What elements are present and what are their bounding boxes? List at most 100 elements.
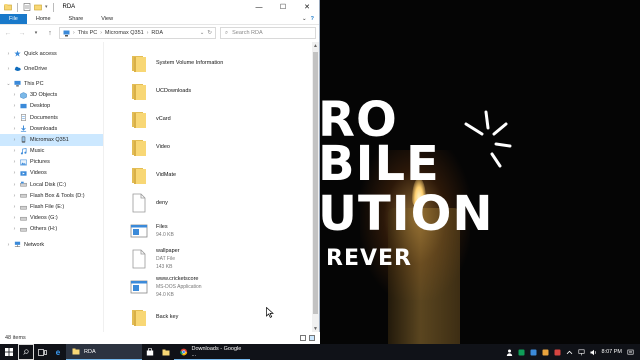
person-icon[interactable] <box>506 349 513 356</box>
file-list-item[interactable]: vCard <box>130 106 171 132</box>
nav-item-flash-box-tools-d[interactable]: › Flash Box & Tools (D:) <box>0 190 103 201</box>
maximize-button[interactable]: ☐ <box>271 0 295 14</box>
refresh-icon[interactable]: ↻ <box>207 30 212 36</box>
nav-item-pictures[interactable]: › Pictures <box>0 157 103 168</box>
expand-arrow-icon[interactable]: › <box>6 51 11 57</box>
minimize-button[interactable]: — <box>247 0 271 14</box>
system-tray: 8:07 PM <box>506 344 640 360</box>
tab-share[interactable]: Share <box>60 14 93 24</box>
recent-locations-icon[interactable]: ▾ <box>31 27 41 39</box>
file-list-item[interactable]: deny <box>130 190 168 216</box>
expand-arrow-icon[interactable]: › <box>6 66 11 72</box>
nav-item-desktop[interactable]: › Desktop <box>0 101 103 112</box>
nav-item-local-disk-c[interactable]: › Local Disk (C:) <box>0 179 103 190</box>
folder-window-icon <box>4 4 12 11</box>
search-box[interactable]: ⌕ Search RDA <box>220 27 316 39</box>
search-icon: ⌕ <box>225 29 229 36</box>
taskbar-explorer-rda[interactable]: RDA <box>66 344 142 360</box>
tab-home[interactable]: Home <box>27 14 60 24</box>
file-details: VidMate <box>156 172 176 178</box>
expand-arrow-icon[interactable]: › <box>12 170 17 176</box>
nav-item-documents[interactable]: › Documents <box>0 112 103 123</box>
tray-app-icon[interactable] <box>542 349 549 356</box>
clock[interactable]: 8:07 PM <box>602 349 622 355</box>
tab-file[interactable]: File <box>0 14 27 24</box>
tab-view[interactable]: View <box>92 14 122 24</box>
vertical-scrollbar[interactable]: ▲ ▼ <box>312 42 319 332</box>
nav-item-quick-access[interactable]: › Quick access <box>0 48 103 59</box>
new-folder-icon[interactable] <box>34 3 42 11</box>
back-arrow-icon[interactable]: ← <box>3 27 13 39</box>
expand-arrow-icon[interactable]: › <box>12 92 17 98</box>
store-taskbar-icon[interactable] <box>142 344 158 360</box>
file-list-item[interactable]: www.cricketscore MS-DOS Application 94.0 K… <box>130 274 202 300</box>
expand-arrow-icon[interactable]: › <box>12 193 17 199</box>
nav-item-micromax-q351[interactable]: › Micromax Q351 <box>0 134 103 146</box>
start-button[interactable] <box>0 344 18 360</box>
address-dropdown-icon[interactable]: ⌄ <box>200 30 205 36</box>
nav-item-3d-objects[interactable]: › 3D Objects <box>0 90 103 101</box>
network-icon[interactable] <box>578 349 585 356</box>
file-list-item[interactable]: VidMate <box>130 162 176 188</box>
volume-icon[interactable] <box>590 349 597 356</box>
expand-arrow-icon[interactable]: › <box>12 148 17 154</box>
tray-app-icon[interactable] <box>530 349 537 356</box>
file-details: Files 94.0 KB <box>156 224 174 238</box>
expand-arrow-icon[interactable]: › <box>12 182 17 188</box>
close-button[interactable]: ✕ <box>295 0 319 14</box>
breadcrumb-this-pc[interactable]: This PC <box>78 30 98 36</box>
wallpaper-text-line2: BILE <box>318 136 440 192</box>
taskbar: e RDA Downloads - Google ... 8:07 PM <box>0 344 640 360</box>
customize-toolbar-icon[interactable]: ▾ <box>45 4 48 10</box>
nav-item-downloads[interactable]: › Downloads <box>0 123 103 134</box>
nav-item-onedrive[interactable]: › OneDrive <box>0 63 103 74</box>
nav-item-videos[interactable]: › Videos <box>0 168 103 179</box>
scrollbar-thumb[interactable] <box>313 52 318 314</box>
notifications-icon[interactable] <box>627 349 634 356</box>
file-name: deny <box>156 200 168 206</box>
file-list-item[interactable]: Video <box>130 134 170 160</box>
nav-item-flash-file-e[interactable]: › Flash File (E:) <box>0 201 103 212</box>
nav-item-label: OneDrive <box>24 65 48 72</box>
nav-item-videos-g[interactable]: › Videos (G:) <box>0 213 103 224</box>
expand-ribbon-icon[interactable]: ⌄ <box>302 16 307 22</box>
file-list-item[interactable]: wallpaper DAT File 143 KB <box>130 246 180 272</box>
expand-arrow-icon[interactable]: › <box>12 137 17 143</box>
expand-arrow-icon[interactable]: › <box>12 204 17 210</box>
file-list-item[interactable]: Files 94.0 KB <box>130 218 174 244</box>
help-icon[interactable]: ? <box>311 16 314 22</box>
explorer-taskbar-icon[interactable] <box>158 344 174 360</box>
taskbar-chrome-downloads[interactable]: Downloads - Google ... <box>174 344 250 360</box>
breadcrumb-rda[interactable]: RDA <box>151 30 163 36</box>
file-list-item[interactable]: UCDownloads <box>130 78 191 104</box>
address-bar[interactable]: › This PC › Micromax Q351 › RDA ⌄ ↻ <box>59 27 216 39</box>
nav-item-others-h[interactable]: › Others (H:) <box>0 224 103 235</box>
nav-item-this-pc[interactable]: ⌄ This PC <box>0 78 103 89</box>
file-list-item[interactable]: Back key <box>130 304 178 330</box>
expand-arrow-icon[interactable]: › <box>12 103 17 109</box>
taskbar-search-button[interactable] <box>18 344 34 360</box>
large-icons-view-icon[interactable] <box>309 335 315 341</box>
expand-arrow-icon[interactable]: › <box>12 115 17 121</box>
scroll-down-arrow-icon[interactable]: ▼ <box>312 325 319 332</box>
expand-arrow-icon[interactable]: › <box>12 226 17 232</box>
up-arrow-icon[interactable]: ↑ <box>45 27 55 39</box>
nav-item-music[interactable]: › Music <box>0 146 103 157</box>
tray-app-icon[interactable] <box>554 349 561 356</box>
file-list-item[interactable]: System Volume Information <box>130 50 223 76</box>
expand-arrow-icon[interactable]: › <box>12 126 17 132</box>
expand-arrow-icon[interactable]: › <box>6 242 11 248</box>
tray-app-icon[interactable] <box>518 349 525 356</box>
properties-icon[interactable] <box>23 3 31 11</box>
nav-item-network[interactable]: › Network <box>0 239 103 250</box>
breadcrumb-micromax[interactable]: Micromax Q351 <box>105 30 144 36</box>
expand-arrow-icon[interactable]: › <box>12 215 17 221</box>
forward-arrow-icon[interactable]: → <box>17 27 27 39</box>
collapse-arrow-icon[interactable]: ⌄ <box>6 81 11 87</box>
task-view-button[interactable] <box>34 344 50 360</box>
chevron-up-icon[interactable] <box>566 349 573 356</box>
edge-taskbar-icon[interactable]: e <box>50 344 66 360</box>
expand-arrow-icon[interactable]: › <box>12 159 17 165</box>
details-view-icon[interactable] <box>300 335 306 341</box>
scroll-up-arrow-icon[interactable]: ▲ <box>312 42 319 49</box>
